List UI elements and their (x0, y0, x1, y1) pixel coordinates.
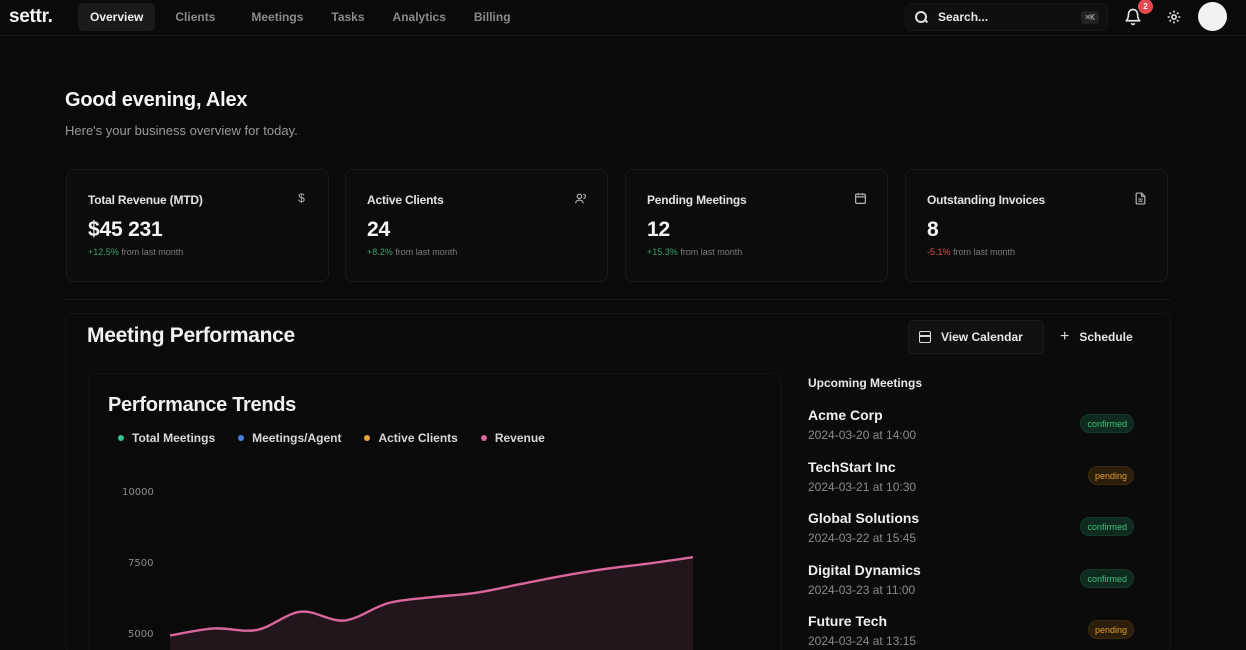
stat-value: 12 (647, 218, 670, 241)
chart-legend: Total Meetings Meetings/Agent Active Cli… (118, 431, 545, 445)
nav-tasks[interactable]: Tasks (319, 3, 376, 31)
dollar-icon: $ (298, 191, 305, 205)
legend-item[interactable]: Meetings/Agent (238, 431, 341, 445)
stat-value: $45 231 (88, 218, 163, 241)
meeting-client: TechStart Inc (808, 459, 896, 475)
search-icon (914, 10, 928, 24)
nav-analytics[interactable]: Analytics (381, 3, 458, 31)
page-title: Good evening, Alex (65, 89, 248, 111)
stat-card-meetings: Pending Meetings 12 +15.3% from last mon… (625, 169, 888, 282)
legend-label: Active Clients (378, 431, 458, 445)
meeting-client: Global Solutions (808, 510, 920, 526)
stat-title: Active Clients (367, 193, 444, 207)
legend-item[interactable]: Active Clients (364, 431, 458, 445)
meeting-client: Digital Dynamics (808, 562, 921, 578)
stat-card-clients: Active Clients 24 +8.2% from last month (345, 169, 608, 282)
stat-delta: -5.1% from last month (927, 247, 1015, 257)
nav-overview[interactable]: Overview (78, 3, 156, 31)
stat-delta: +15.3% from last month (647, 247, 742, 257)
meeting-client: Acme Corp (808, 407, 883, 423)
section-divider (65, 299, 1171, 300)
gear-icon[interactable] (1166, 9, 1182, 25)
app-logo[interactable]: settr. (9, 6, 53, 28)
users-icon (575, 193, 586, 204)
status-badge: confirmed (1080, 517, 1134, 536)
legend-label: Revenue (494, 431, 545, 445)
section-title: Meeting Performance (87, 324, 295, 347)
meeting-time: 2024-03-24 at 13:15 (808, 634, 917, 648)
search-box[interactable]: Search... ⌘K (905, 3, 1108, 31)
revenue-area (170, 557, 693, 650)
calendar-icon (855, 193, 866, 204)
meeting-time: 2024-03-23 at 11:00 (808, 583, 916, 597)
legend-label: Meetings/Agent (252, 431, 342, 445)
legend-item[interactable]: Revenue (480, 431, 545, 445)
y-tick-label: 7500 (128, 558, 154, 569)
upcoming-title: Upcoming Meetings (808, 376, 923, 390)
avatar[interactable] (1198, 2, 1227, 31)
stat-card-invoices: Outstanding Invoices 8 -5.1% from last m… (905, 169, 1168, 282)
view-calendar-label: View Calendar (941, 330, 1023, 344)
stat-delta-text: from last month (953, 247, 1016, 257)
stat-delta: +12.5% from last month (88, 247, 183, 257)
legend-dot (480, 435, 487, 441)
search-placeholder: Search... (938, 10, 989, 24)
meeting-client: Future Tech (808, 613, 888, 629)
main-nav: Overview Clients Meetings Tasks Analytic… (78, 3, 523, 31)
list-item[interactable]: TechStart Inc 2024-03-21 at 10:30 pendin… (808, 459, 1138, 507)
stat-value: 8 (927, 218, 939, 241)
legend-item[interactable]: Total Meetings (118, 431, 215, 445)
stat-delta: +8.2% from last month (367, 247, 457, 257)
view-calendar-button[interactable]: View Calendar (908, 320, 1044, 354)
legend-label: Total Meetings (132, 431, 216, 445)
stat-delta-text: from last month (680, 247, 743, 257)
status-badge: confirmed (1080, 569, 1134, 588)
stat-delta-value: +15.3% (647, 247, 678, 257)
file-icon (1135, 192, 1146, 205)
status-badge: confirmed (1080, 414, 1134, 433)
calendar-icon (919, 331, 931, 343)
stat-card-revenue: Total Revenue (MTD) $ $45 231 +12.5% fro… (66, 169, 329, 282)
meeting-time: 2024-03-20 at 14:00 (808, 428, 917, 442)
stat-title: Pending Meetings (647, 193, 747, 207)
status-badge: pending (1087, 466, 1134, 485)
revenue-area-chart (169, 555, 694, 650)
stat-title: Outstanding Invoices (927, 193, 1046, 207)
page-subtitle: Here's your business overview for today. (65, 123, 298, 138)
legend-dot (238, 435, 245, 441)
y-tick-label: 5000 (128, 629, 154, 640)
search-shortcut: ⌘K (1081, 10, 1099, 24)
nav-billing[interactable]: Billing (462, 3, 523, 31)
nav-clients[interactable]: Clients (163, 3, 235, 31)
y-tick-label: 10000 (122, 487, 154, 498)
list-item[interactable]: Digital Dynamics 2024-03-23 at 11:00 con… (808, 562, 1138, 610)
legend-dot (118, 435, 124, 441)
list-item[interactable]: Global Solutions 2024-03-22 at 15:45 con… (808, 510, 1138, 558)
stat-delta-value: +8.2% (367, 247, 393, 257)
meeting-time: 2024-03-21 at 10:30 (808, 480, 917, 494)
schedule-button[interactable]: + Schedule (1050, 320, 1150, 354)
meeting-time: 2024-03-22 at 15:45 (808, 531, 917, 545)
stat-delta-text: from last month (395, 247, 458, 257)
list-item[interactable]: Future Tech 2024-03-24 at 13:15 pending (808, 613, 1138, 650)
status-badge: pending (1087, 620, 1134, 639)
nav-meetings[interactable]: Meetings (239, 3, 315, 31)
legend-dot (364, 435, 371, 441)
plus-icon: + (1060, 328, 1070, 345)
stat-delta-text: from last month (121, 247, 184, 257)
stat-title: Total Revenue (MTD) (88, 193, 203, 207)
schedule-label: Schedule (1079, 330, 1133, 344)
stat-delta-value: +12.5% (88, 247, 119, 257)
stat-delta-value: -5.1% (927, 247, 951, 257)
stat-value: 24 (367, 218, 390, 241)
list-item[interactable]: Acme Corp 2024-03-20 at 14:00 confirmed (808, 407, 1138, 455)
chart-title: Performance Trends (108, 394, 297, 416)
